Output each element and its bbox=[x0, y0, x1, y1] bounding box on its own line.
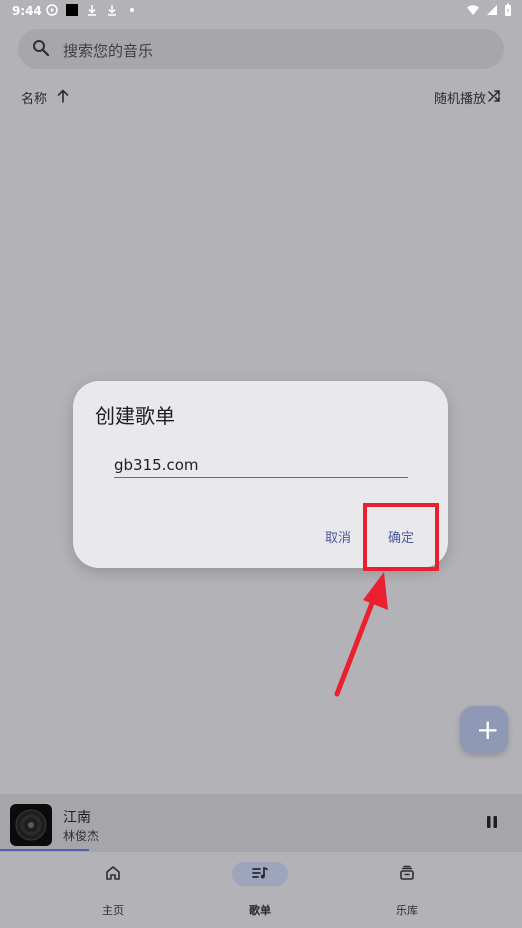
battery-icon bbox=[505, 3, 511, 16]
download-icon bbox=[108, 5, 116, 16]
nav-label-home: 主页 bbox=[102, 904, 124, 917]
status-bar: 9:44 bbox=[0, 0, 522, 24]
playback-progress bbox=[0, 849, 89, 851]
cancel-button[interactable]: 取消 bbox=[325, 527, 351, 546]
black-square-icon bbox=[66, 4, 78, 16]
wifi-icon bbox=[467, 5, 479, 15]
arrow-up-icon[interactable] bbox=[56, 88, 70, 104]
playlist-name-input[interactable] bbox=[114, 453, 408, 478]
status-icons-right bbox=[466, 3, 512, 17]
sort-row: 名称 随机播放 bbox=[0, 86, 522, 108]
plus-icon: + bbox=[476, 713, 500, 746]
nav-icon-wrap bbox=[379, 862, 435, 886]
red-arrow-annotation bbox=[334, 572, 388, 697]
track-title: 江南 bbox=[63, 810, 91, 826]
vinyl-icon bbox=[15, 809, 47, 841]
nav-label-playlist: 歌单 bbox=[249, 904, 271, 917]
library-icon bbox=[400, 865, 414, 880]
sort-label[interactable]: 名称 bbox=[21, 88, 47, 107]
highlight-box bbox=[363, 503, 439, 571]
search-bar[interactable]: 搜索您的音乐 bbox=[18, 29, 504, 69]
play-circle-icon bbox=[46, 4, 58, 16]
nav-item-library[interactable]: 乐库 bbox=[347, 852, 467, 928]
playlist-icon bbox=[252, 867, 268, 879]
home-icon bbox=[106, 866, 120, 880]
track-artist: 林俊杰 bbox=[63, 829, 100, 843]
search-placeholder: 搜索您的音乐 bbox=[63, 42, 154, 60]
nav-icon-wrap bbox=[85, 862, 141, 886]
shuffle-label[interactable]: 随机播放 bbox=[434, 88, 486, 107]
nav-icon-wrap bbox=[232, 862, 288, 886]
dialog-title: 创建歌单 bbox=[95, 404, 175, 428]
status-time: 9:44 bbox=[12, 4, 42, 18]
dot-icon bbox=[130, 8, 134, 12]
pause-icon[interactable] bbox=[486, 815, 498, 829]
bottom-nav: 主页 歌单 乐库 bbox=[0, 852, 522, 928]
nav-item-home[interactable]: 主页 bbox=[53, 852, 173, 928]
download-icon bbox=[88, 5, 96, 16]
status-icons-left bbox=[46, 4, 134, 16]
shuffle-icon[interactable] bbox=[488, 90, 501, 103]
signal-icon bbox=[487, 5, 497, 15]
nav-item-playlist[interactable]: 歌单 bbox=[200, 852, 320, 928]
mini-player[interactable]: 江南 林俊杰 bbox=[0, 794, 522, 852]
search-icon bbox=[33, 40, 50, 57]
nav-label-library: 乐库 bbox=[396, 904, 418, 917]
album-art bbox=[10, 804, 52, 846]
add-playlist-fab[interactable]: + bbox=[460, 706, 508, 754]
